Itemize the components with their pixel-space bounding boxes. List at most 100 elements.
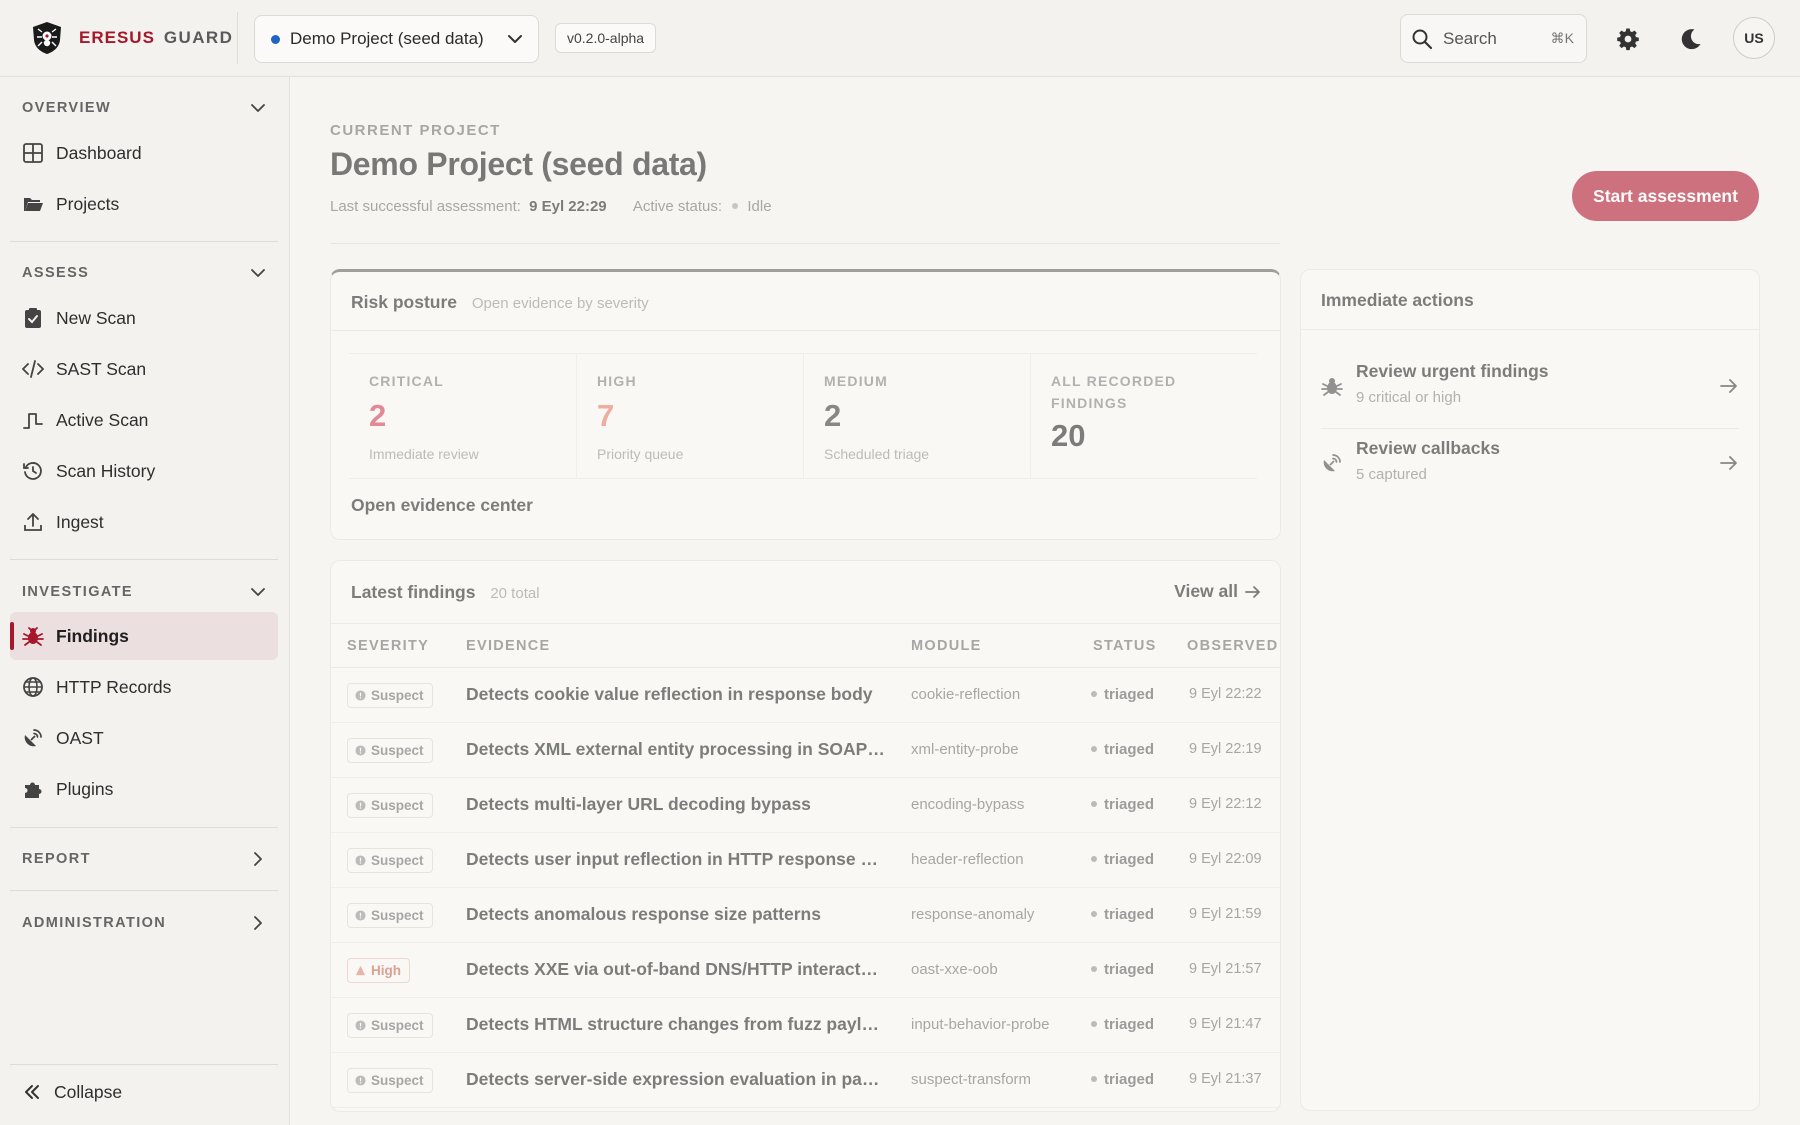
risk-posture-card: Risk posture Open evidence by severity C… [330, 269, 1281, 540]
section-overview[interactable]: OVERVIEW [22, 93, 272, 123]
project-meta: Last successful assessment: 9 Eyl 22:29 … [330, 198, 772, 215]
column-header-observed[interactable]: OBSERVED [1187, 638, 1279, 654]
action-review-callbacks[interactable]: Review callbacks 5 captured [1321, 428, 1739, 506]
project-status-dot [271, 34, 280, 44]
section-report[interactable]: REPORT [22, 844, 272, 874]
section-investigate[interactable]: INVESTIGATE [22, 577, 272, 607]
card-title: Latest findings 20 total [351, 582, 540, 603]
chevron-right-icon [254, 916, 262, 930]
finding-evidence[interactable]: Detects user input reflection in HTTP re… [466, 849, 886, 870]
column-header-module[interactable]: MODULE [911, 638, 982, 654]
sidebar-item-label: Projects [56, 193, 120, 214]
sidebar-item-sast-scan[interactable]: SAST Scan [10, 345, 278, 393]
search-button[interactable]: Search ⌘K [1400, 14, 1587, 63]
divider [1301, 329, 1759, 330]
chevron-down-icon [508, 35, 522, 43]
finding-evidence[interactable]: Detects HTML structure changes from fuzz… [466, 1014, 886, 1035]
risk-subtitle: Open evidence by severity [471, 295, 649, 312]
table-row[interactable]: Suspect Detects anomalous response size p… [331, 888, 1280, 943]
sidebar-item-dashboard[interactable]: Dashboard [10, 129, 278, 177]
info-circle-icon [355, 690, 366, 701]
theme-toggle-button[interactable] [1671, 19, 1711, 59]
section-assess[interactable]: ASSESS [22, 258, 272, 288]
table-row[interactable]: Suspect Detects user input reflection in … [331, 833, 1280, 888]
page-title: Demo Project (seed data) [330, 146, 707, 182]
column-header-severity[interactable]: SEVERITY [347, 638, 429, 654]
finding-status-label: triaged [1104, 851, 1155, 868]
view-all-link[interactable]: View all [1174, 581, 1262, 602]
sidebar-item-active-scan[interactable]: Active Scan [10, 396, 278, 444]
stat-medium[interactable]: MEDIUM 2 Scheduled triage [803, 353, 1030, 479]
warning-icon [355, 965, 366, 976]
column-header-status[interactable]: STATUS [1093, 638, 1157, 654]
finding-observed: 9 Eyl 22:19 [1189, 741, 1262, 757]
finding-evidence[interactable]: Detects cookie value reflection in respo… [466, 684, 886, 705]
user-avatar[interactable]: US [1733, 17, 1775, 59]
divider [331, 623, 1280, 624]
sidebar-item-oast[interactable]: OAST [10, 714, 278, 762]
table-row[interactable]: Suspect Detects server-side expression ev… [331, 1053, 1280, 1108]
table-row[interactable]: Suspect Detects multi-layer URL decoding … [331, 778, 1280, 833]
finding-module: cookie-reflection [911, 686, 1021, 703]
severity-label: Suspect [371, 798, 424, 813]
card-title: Risk posture Open evidence by severity [351, 292, 649, 313]
sidebar-item-label: SAST Scan [56, 358, 147, 379]
divider [331, 330, 1280, 331]
brand-logo[interactable]: ERESUS GUARD [30, 20, 233, 56]
stat-note: Immediate review [369, 446, 479, 462]
finding-status-label: triaged [1104, 906, 1155, 923]
collapse-sidebar-button[interactable]: Collapse [22, 1077, 122, 1107]
finding-observed: 9 Eyl 22:09 [1189, 851, 1262, 867]
sidebar-item-label: Active Scan [56, 409, 149, 430]
shield-spider-icon [33, 22, 61, 54]
table-row[interactable]: Suspect Detects XML external entity proce… [331, 723, 1280, 778]
view-all-label: View all [1174, 581, 1238, 601]
table-row[interactable]: Suspect Detects cookie value reflection i… [331, 668, 1280, 723]
table-row[interactable]: High Detects XXE via out-of-band DNS/HTTP… [331, 943, 1280, 998]
status-dot [1091, 856, 1097, 863]
top-bar: ERESUS GUARD Demo Project (seed data) v0… [0, 0, 1800, 77]
finding-evidence[interactable]: Detects XXE via out-of-band DNS/HTTP int… [466, 959, 886, 980]
finding-status: triaged [1091, 906, 1154, 923]
action-subtitle: 9 critical or high [1356, 389, 1462, 406]
stat-high[interactable]: HIGH 7 Priority queue [576, 353, 803, 479]
open-evidence-center-link[interactable]: Open evidence center [351, 495, 533, 516]
stat-all-findings[interactable]: ALL RECORDED FINDINGS 20 [1030, 353, 1257, 479]
sidebar-item-http-records[interactable]: HTTP Records [10, 663, 278, 711]
column-header-evidence[interactable]: EVIDENCE [466, 638, 551, 654]
sidebar-item-scan-history[interactable]: Scan History [10, 447, 278, 495]
finding-status-label: triaged [1104, 1071, 1155, 1088]
finding-status-label: triaged [1104, 961, 1155, 978]
severity-badge: Suspect [347, 1068, 433, 1093]
finding-evidence[interactable]: Detects anomalous response size patterns [466, 904, 886, 925]
stat-critical[interactable]: CRITICAL 2 Immediate review [349, 353, 576, 479]
stat-label: ALL RECORDED FINDINGS [1051, 373, 1177, 411]
finding-evidence[interactable]: Detects server-side expression evaluatio… [466, 1069, 886, 1090]
header-divider [330, 243, 1280, 244]
chevron-down-icon [251, 588, 265, 596]
globe-icon [23, 677, 43, 697]
settings-button[interactable] [1608, 19, 1648, 59]
sidebar-item-plugins[interactable]: Plugins [10, 765, 278, 813]
finding-module: oast-xxe-oob [911, 961, 998, 978]
severity-label: Suspect [371, 1073, 424, 1088]
severity-badge: High [347, 958, 410, 983]
sidebar-item-findings[interactable]: Findings [10, 612, 278, 660]
severity-badge: Suspect [347, 903, 433, 928]
start-assessment-button[interactable]: Start assessment [1572, 171, 1759, 221]
risk-title: Risk posture [351, 292, 457, 312]
action-title: Review urgent findings [1356, 361, 1549, 381]
sidebar-item-new-scan[interactable]: New Scan [10, 294, 278, 342]
finding-status: triaged [1091, 686, 1154, 703]
severity-badge: Suspect [347, 683, 433, 708]
info-circle-icon [355, 1020, 366, 1031]
finding-evidence[interactable]: Detects XML external entity processing i… [466, 739, 886, 760]
table-row[interactable]: Suspect Detects HTML structure changes fr… [331, 998, 1280, 1053]
sidebar-item-projects[interactable]: Projects [10, 180, 278, 228]
section-administration[interactable]: ADMINISTRATION [22, 908, 272, 938]
action-review-urgent-findings[interactable]: Review urgent findings 9 critical or hig… [1321, 351, 1739, 429]
brand-name-secondary: GUARD [163, 28, 234, 47]
project-selector[interactable]: Demo Project (seed data) [254, 15, 539, 63]
sidebar-item-ingest[interactable]: Ingest [10, 498, 278, 546]
finding-evidence[interactable]: Detects multi-layer URL decoding bypass [466, 794, 886, 815]
